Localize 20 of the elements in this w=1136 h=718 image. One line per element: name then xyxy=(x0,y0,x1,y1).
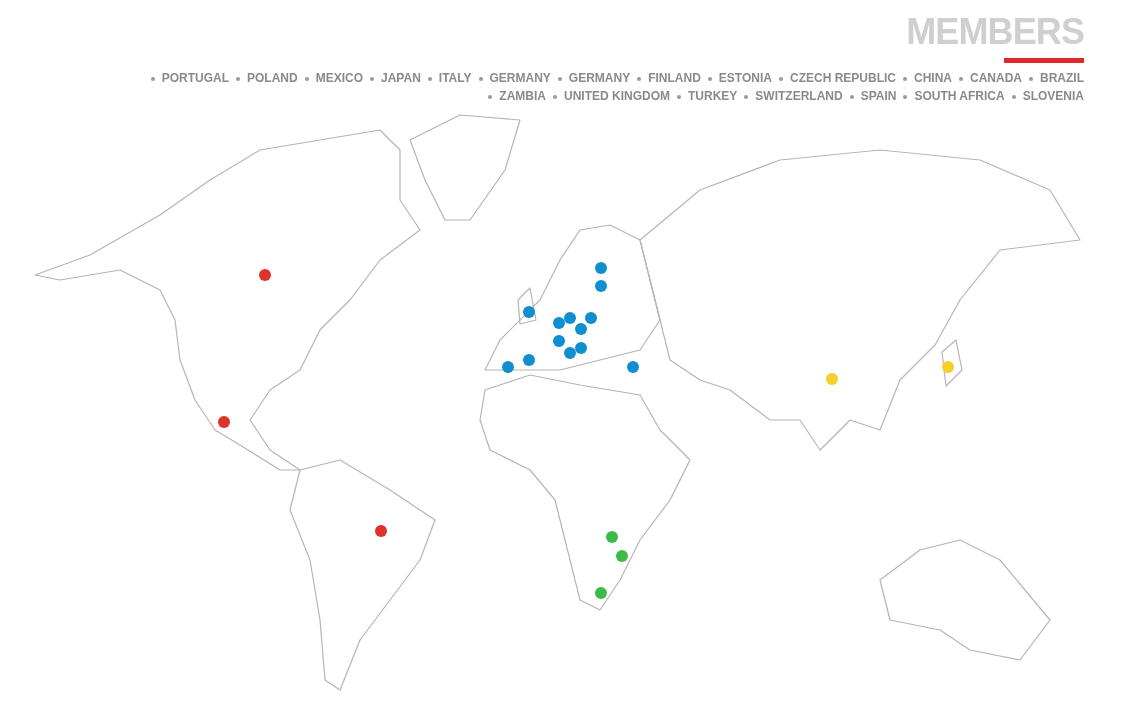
country-name: UNITED KINGDOM xyxy=(563,89,670,104)
country-name: CZECH REPUBLIC xyxy=(790,71,896,86)
country-name: ITALY xyxy=(438,71,472,86)
country-name: SPAIN xyxy=(860,89,897,104)
country-name: ESTONIA xyxy=(718,71,772,86)
country-name: CANADA xyxy=(970,71,1022,86)
country-name: GERMANY xyxy=(568,71,631,86)
country-name: GERMANY xyxy=(489,71,551,86)
country-name: POLAND xyxy=(247,71,298,86)
country-name: BRAZIL xyxy=(1040,71,1084,86)
country-name: SOUTH AFRICA xyxy=(914,89,1005,104)
country-name: FINLAND xyxy=(648,71,701,86)
country-name: CHINA xyxy=(914,71,952,86)
country-name: PORTUGAL xyxy=(161,71,229,86)
country-name: SLOVENIA xyxy=(1022,89,1084,104)
country-name: MEXICO xyxy=(315,71,364,86)
country-name: ZAMBIA xyxy=(499,89,546,104)
country-name: JAPAN xyxy=(381,71,421,86)
country-name: TURKEY xyxy=(687,89,738,104)
country-name: SWITZERLAND xyxy=(755,89,843,104)
